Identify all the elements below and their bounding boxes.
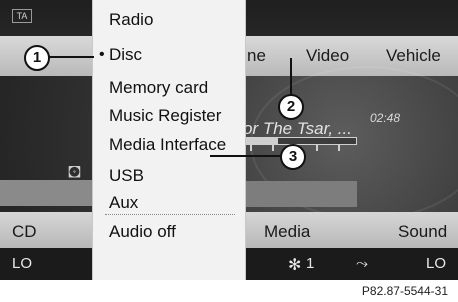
callout-2: 2 <box>278 94 304 120</box>
track-info-panel <box>244 181 357 207</box>
function-cd[interactable]: CD <box>12 222 37 242</box>
function-media[interactable]: Media <box>264 222 310 242</box>
traffic-announcement-badge: TA <box>12 9 32 23</box>
track-progress-bar <box>243 137 357 145</box>
menu-item-memory-card[interactable]: Memory card <box>109 78 208 98</box>
track-time: 02:48 <box>370 111 401 125</box>
menu-item-audio-off[interactable]: Audio off <box>109 222 176 242</box>
track-progress-fill <box>244 138 278 144</box>
callout-1: 1 <box>24 45 50 71</box>
callout-3-leader <box>210 155 280 157</box>
audio-source-menu: Radio • Disc Memory card Music Register … <box>92 0 246 280</box>
fan-icon: ✻ <box>288 257 302 274</box>
progress-ticks <box>250 145 360 151</box>
left-temperature: LO <box>12 255 33 272</box>
figure-reference: P82.87-5544-31 <box>361 284 448 298</box>
nav-item-partial[interactable]: ne <box>247 46 266 66</box>
right-temperature: LO <box>426 255 447 272</box>
nav-item-vehicle[interactable]: Vehicle <box>386 46 441 66</box>
menu-item-disc[interactable]: Disc <box>109 45 142 65</box>
menu-divider <box>105 214 235 215</box>
nav-item-video[interactable]: Video <box>306 46 349 66</box>
menu-item-aux[interactable]: Aux <box>109 193 138 213</box>
menu-item-radio[interactable]: Radio <box>109 10 153 30</box>
menu-item-usb[interactable]: USB <box>109 166 144 186</box>
cd-icon: 🖸 <box>68 164 81 180</box>
menu-item-media-interface[interactable]: Media Interface <box>109 135 226 155</box>
track-title: or The Tsar, ... <box>243 119 352 138</box>
selected-bullet-icon: • <box>99 46 105 63</box>
function-sound[interactable]: Sound <box>398 222 447 242</box>
callout-1-leader <box>44 56 94 58</box>
head-unit-screen: TA ne Video Vehicle 🖸 or The Tsar, ... 0… <box>0 0 458 280</box>
fan-level: 1 <box>306 255 315 272</box>
callout-2-leader <box>290 58 292 94</box>
menu-item-music-register[interactable]: Music Register <box>109 106 221 126</box>
callout-3: 3 <box>280 144 306 170</box>
seat-airflow-icon: ⤳ <box>356 255 369 272</box>
